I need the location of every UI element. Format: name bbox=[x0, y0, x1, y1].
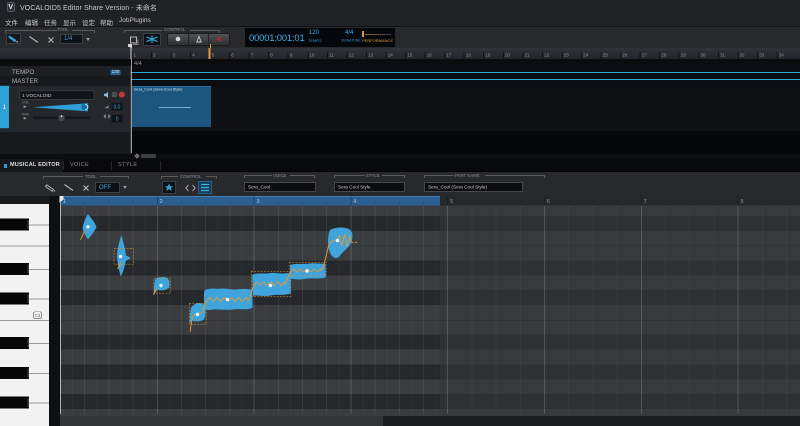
svg-text:27: 27 bbox=[642, 53, 648, 58]
svg-text:12: 12 bbox=[349, 53, 355, 58]
svg-text:28: 28 bbox=[661, 53, 667, 58]
svg-text:20: 20 bbox=[505, 53, 511, 58]
svg-text:6: 6 bbox=[547, 199, 550, 205]
svg-text:34: 34 bbox=[779, 53, 785, 58]
svg-text:C3: C3 bbox=[35, 313, 41, 318]
svg-text:4: 4 bbox=[353, 199, 356, 205]
svg-text:23: 23 bbox=[564, 53, 570, 58]
svg-text:24: 24 bbox=[583, 53, 589, 58]
svg-text:1: 1 bbox=[3, 104, 7, 111]
svg-text:26: 26 bbox=[622, 53, 628, 58]
svg-text:3: 3 bbox=[257, 199, 260, 205]
svg-text:7: 7 bbox=[644, 199, 647, 205]
svg-text:18: 18 bbox=[466, 53, 472, 58]
svg-text:0.0: 0.0 bbox=[114, 105, 121, 111]
svg-text:13: 13 bbox=[368, 53, 374, 58]
svg-text:1 VOCALOID: 1 VOCALOID bbox=[22, 93, 52, 99]
svg-text:32: 32 bbox=[740, 53, 746, 58]
svg-text:22: 22 bbox=[544, 53, 550, 58]
svg-text:VOL: VOL bbox=[22, 100, 29, 104]
svg-text:17: 17 bbox=[446, 53, 452, 58]
svg-text:21: 21 bbox=[525, 53, 531, 58]
svg-text:11: 11 bbox=[329, 53, 334, 58]
svg-text:29: 29 bbox=[681, 53, 687, 58]
svg-text:1: 1 bbox=[63, 199, 66, 205]
svg-text:8: 8 bbox=[741, 199, 744, 205]
svg-text:25: 25 bbox=[603, 53, 609, 58]
svg-text:16: 16 bbox=[427, 53, 433, 58]
svg-text:19: 19 bbox=[485, 53, 491, 58]
svg-text:2: 2 bbox=[160, 199, 163, 205]
svg-text:31: 31 bbox=[720, 53, 726, 58]
svg-text:10: 10 bbox=[309, 53, 315, 58]
svg-text:33: 33 bbox=[759, 53, 765, 58]
svg-text:0: 0 bbox=[116, 117, 119, 123]
svg-text:14: 14 bbox=[388, 53, 394, 58]
svg-text:15: 15 bbox=[407, 53, 413, 58]
svg-text:5: 5 bbox=[450, 199, 453, 205]
svg-text:30: 30 bbox=[701, 53, 707, 58]
svg-text:PAN: PAN bbox=[22, 113, 30, 117]
